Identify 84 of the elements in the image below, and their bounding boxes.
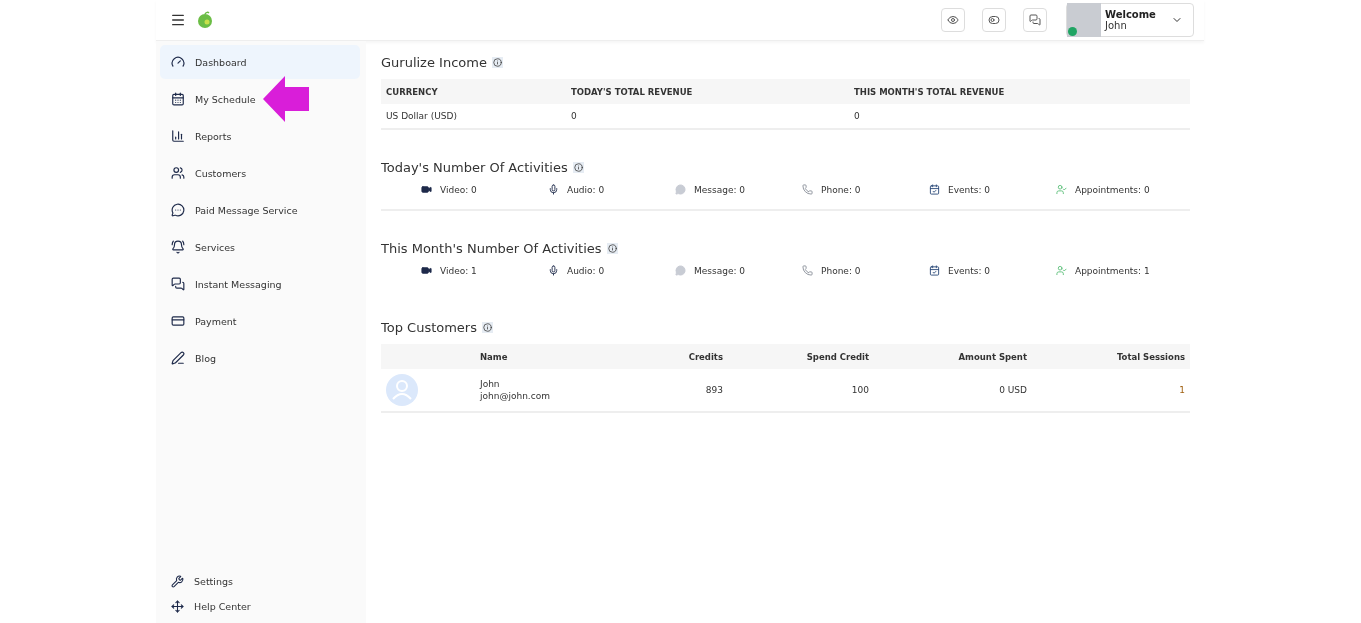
phone-icon: [802, 265, 813, 276]
column-header: CURRENCY: [381, 79, 566, 104]
section-title: Top Customers: [381, 320, 477, 335]
toggle-icon: [988, 14, 1000, 26]
arrows-icon: [171, 600, 184, 613]
activity-count: Message: 0: [694, 265, 746, 276]
info-icon: [491, 57, 503, 68]
activity-count: Phone: 0: [821, 184, 861, 195]
sidebar-item[interactable]: My Schedule: [160, 82, 360, 116]
video-icon: [421, 184, 432, 195]
appointments-icon: [1056, 265, 1067, 276]
gauge-icon: [171, 55, 185, 69]
sidebar-item[interactable]: Customers: [160, 156, 360, 190]
menu-icon[interactable]: [170, 12, 186, 28]
bar-chart-icon: [171, 129, 185, 143]
column-header: Credits: [610, 344, 728, 369]
annotation-arrow: [263, 76, 310, 122]
welcome-label: Welcome: [1105, 9, 1156, 20]
user-menu[interactable]: Welcome John: [1066, 3, 1194, 37]
activity-count: Audio: 0: [567, 184, 605, 195]
video-icon: [421, 265, 432, 276]
sidebar-item[interactable]: Help Center: [156, 594, 366, 619]
column-header: Spend Credit: [728, 344, 874, 369]
table-cell: 893: [610, 369, 728, 413]
chat-icon: [171, 277, 185, 291]
eye-icon: [947, 14, 959, 26]
column-header: THIS MONTH'S TOTAL REVENUE: [849, 79, 1190, 104]
calendar-icon: [171, 92, 185, 106]
audio-icon: [548, 184, 559, 195]
events-icon: [929, 265, 940, 276]
section-title: Today's Number Of Activities: [381, 160, 568, 175]
audio-icon: [548, 265, 559, 276]
column-header: Name: [475, 344, 610, 369]
events-icon: [929, 184, 940, 195]
message-icon: [675, 184, 686, 195]
phone-icon: [802, 184, 813, 195]
user-name: John: [1105, 20, 1127, 31]
section-title: Gurulize Income: [381, 55, 487, 70]
table-cell: 100: [728, 369, 874, 413]
info-icon: [482, 322, 493, 333]
activity-count: Phone: 0: [821, 265, 861, 276]
table-cell: 0: [849, 104, 1190, 130]
wrench-icon: [171, 575, 184, 588]
column-header: Amount Spent: [874, 344, 1032, 369]
activity-count: Video: 0: [440, 184, 477, 195]
credit-card-icon: [171, 314, 185, 328]
table-cell: US Dollar (USD): [381, 104, 566, 130]
sidebar-item[interactable]: Instant Messaging: [160, 267, 360, 301]
column-header: TODAY'S TOTAL REVENUE: [566, 79, 849, 104]
logo-icon: [196, 11, 214, 29]
column-header: Total Sessions: [1032, 344, 1190, 369]
activity-count: Events: 0: [948, 184, 991, 195]
activity-count: Events: 0: [948, 265, 991, 276]
sidebar-item[interactable]: Payment: [160, 304, 360, 338]
table-cell: 1: [1032, 369, 1190, 413]
table-cell: 0: [566, 104, 849, 130]
sidebar-item[interactable]: Blog: [160, 341, 360, 375]
appointments-icon: [1056, 184, 1067, 195]
info-icon: [572, 162, 584, 173]
chat-button[interactable]: [1023, 8, 1047, 32]
activity-count: Appointments: 1: [1075, 265, 1150, 276]
activity-count: Appointments: 0: [1075, 184, 1150, 195]
activity-count: Video: 1: [440, 265, 477, 276]
sidebar-item[interactable]: Settings: [156, 569, 366, 594]
avatar-icon: [386, 374, 418, 406]
users-icon: [171, 166, 185, 180]
activity-count: Message: 0: [694, 184, 746, 195]
pen-icon: [171, 351, 185, 365]
message-icon: [675, 265, 686, 276]
section-title: This Month's Number Of Activities: [381, 241, 602, 256]
customer-name: John: [480, 379, 501, 389]
table-cell: 0 USD: [874, 369, 1032, 413]
sidebar-item[interactable]: Paid Message Service: [160, 193, 360, 227]
toggle-button[interactable]: [982, 8, 1006, 32]
speech-bubble-icon: [171, 203, 185, 217]
preview-button[interactable]: [941, 8, 965, 32]
info-icon: [606, 243, 618, 254]
activity-count: Audio: 0: [567, 265, 605, 276]
chat-icon: [1029, 14, 1041, 26]
sidebar-item[interactable]: Reports: [160, 119, 360, 153]
bell-icon: [171, 240, 185, 254]
sidebar-item[interactable]: Dashboard: [160, 45, 360, 79]
sidebar-item[interactable]: Services: [160, 230, 360, 264]
customer-email: john@john.com: [480, 391, 550, 401]
